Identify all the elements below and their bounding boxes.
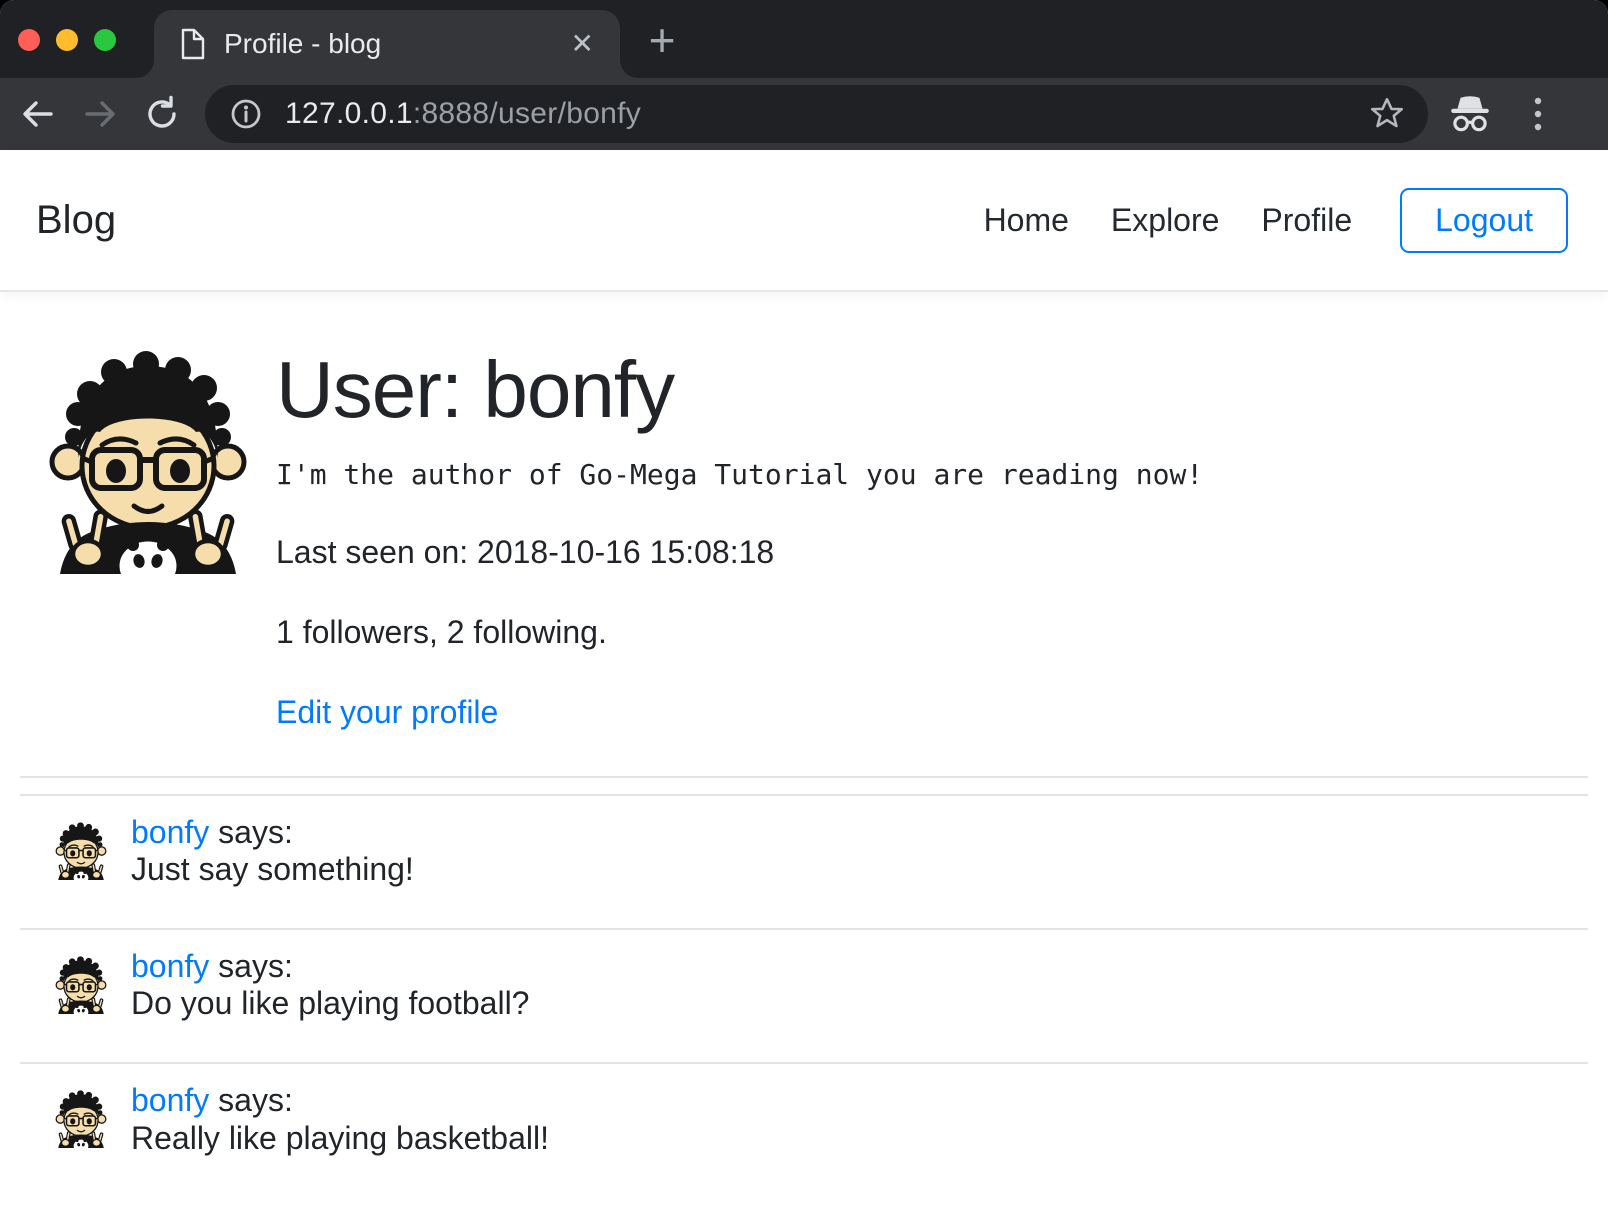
divider — [20, 794, 1588, 796]
profile-last-seen: Last seen on: 2018-10-16 15:08:18 — [276, 528, 1203, 576]
tab-title: Profile - blog — [224, 28, 565, 60]
post-item: bonfy says: Do you like playing football… — [20, 946, 1588, 1022]
post-says-label: says: — [209, 948, 293, 984]
star-icon — [1368, 95, 1406, 133]
divider — [20, 1062, 1588, 1064]
post-author-link[interactable]: bonfy — [131, 814, 209, 850]
profile-section: User: bonfy I'm the author of Go-Mega Tu… — [20, 342, 1588, 736]
post-author-link[interactable]: bonfy — [131, 948, 209, 984]
browser-tab[interactable]: Profile - blog ✕ — [154, 10, 620, 78]
post-body: Do you like playing football? — [131, 985, 529, 1021]
url-path: :8888/user/bonfy — [413, 97, 641, 130]
divider — [20, 928, 1588, 930]
page-favicon-icon — [180, 28, 206, 60]
profile-avatar — [48, 342, 248, 574]
divider — [20, 776, 1588, 778]
post-author-link[interactable]: bonfy — [131, 1082, 209, 1118]
post-body: Just say something! — [131, 851, 414, 887]
edit-profile-link[interactable]: Edit your profile — [276, 688, 498, 736]
navbar-links: Home Explore Profile Logout — [984, 188, 1568, 253]
kebab-menu-icon — [1532, 94, 1544, 134]
profile-about-text: I'm the author of Go-Mega Tutorial you a… — [276, 454, 1203, 496]
page-content: Blog Home Explore Profile Logout User: b… — [0, 150, 1608, 1230]
url-host: 127.0.0.1 — [285, 97, 413, 130]
address-bar[interactable]: 127.0.0.1:8888/user/bonfy — [205, 85, 1428, 143]
window-controls — [18, 29, 116, 51]
back-button[interactable] — [14, 90, 62, 138]
browser-window: Profile - blog ✕ + — [0, 0, 1608, 1230]
back-arrow-icon — [18, 94, 58, 134]
reload-icon — [142, 94, 182, 134]
incognito-icon — [1447, 93, 1493, 135]
tab-close-icon[interactable]: ✕ — [565, 28, 600, 60]
post-body: Really like playing basketball! — [131, 1120, 549, 1156]
nav-link-explore[interactable]: Explore — [1111, 202, 1220, 239]
reload-button[interactable] — [138, 90, 186, 138]
post-says-label: says: — [209, 814, 293, 850]
post-avatar — [55, 820, 107, 880]
post-text: bonfy says: Really like playing basketba… — [131, 1080, 549, 1156]
site-info-icon[interactable] — [227, 95, 265, 133]
post-avatar — [55, 954, 107, 1014]
post-avatar — [55, 1088, 107, 1148]
main-content: User: bonfy I'm the author of Go-Mega Tu… — [0, 342, 1608, 1157]
nav-link-profile[interactable]: Profile — [1261, 202, 1352, 239]
logout-button[interactable]: Logout — [1400, 188, 1568, 253]
bookmark-star-button[interactable] — [1368, 95, 1406, 133]
browser-toolbar: 127.0.0.1:8888/user/bonfy — [0, 78, 1608, 150]
new-tab-button[interactable]: + — [636, 16, 688, 68]
close-window-button[interactable] — [18, 29, 40, 51]
post-says-label: says: — [209, 1082, 293, 1118]
browser-menu-button[interactable] — [1514, 90, 1562, 138]
post-item: bonfy says: Just say something! — [20, 812, 1588, 888]
site-navbar: Blog Home Explore Profile Logout — [0, 150, 1608, 292]
incognito-badge — [1446, 90, 1494, 138]
url-text: 127.0.0.1:8888/user/bonfy — [285, 97, 1368, 131]
navbar-brand[interactable]: Blog — [36, 198, 116, 243]
nav-link-home[interactable]: Home — [984, 202, 1069, 239]
tab-strip: Profile - blog ✕ + — [0, 0, 1608, 78]
profile-follow-stats: 1 followers, 2 following. — [276, 608, 1203, 656]
zoom-window-button[interactable] — [94, 29, 116, 51]
profile-info: User: bonfy I'm the author of Go-Mega Tu… — [276, 342, 1203, 736]
post-item: bonfy says: Really like playing basketba… — [20, 1080, 1588, 1156]
forward-arrow-icon — [80, 94, 120, 134]
post-text: bonfy says: Just say something! — [131, 812, 414, 888]
minimize-window-button[interactable] — [56, 29, 78, 51]
post-text: bonfy says: Do you like playing football… — [131, 946, 529, 1022]
profile-heading: User: bonfy — [276, 342, 1203, 438]
forward-button[interactable] — [76, 90, 124, 138]
